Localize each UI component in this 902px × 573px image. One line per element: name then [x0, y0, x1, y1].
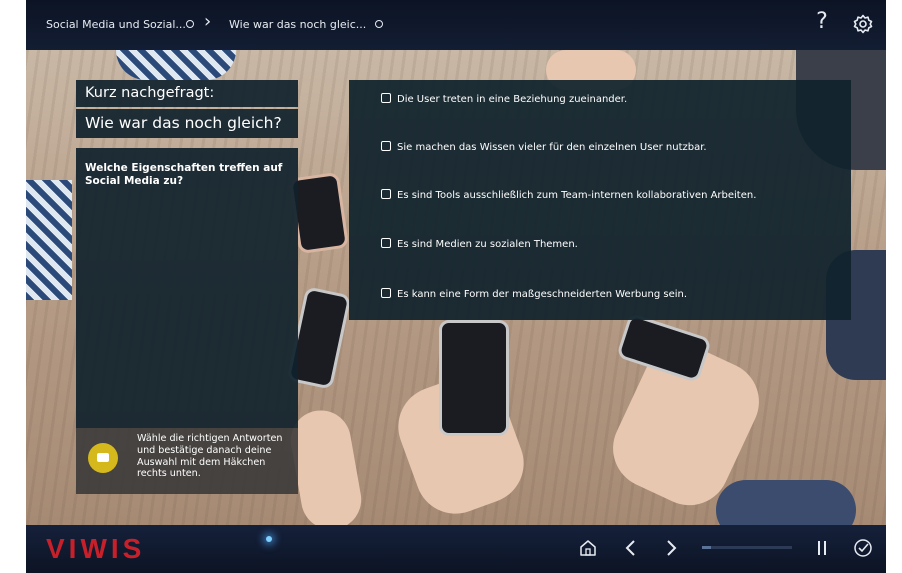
page-title: Wie war das noch gleich?	[76, 109, 298, 138]
answer-label: Die User treten in eine Beziehung zueina…	[397, 94, 628, 105]
hint-text: Wähle die richtigen Antworten und bestät…	[137, 433, 283, 480]
answer-label: Es sind Tools ausschließlich zum Team-in…	[397, 190, 757, 201]
breadcrumb-status-icon	[375, 20, 383, 28]
hint-box: Wähle die richtigen Antworten und bestät…	[76, 428, 298, 494]
answer-option-3[interactable]: Es sind Tools ausschließlich zum Team-in…	[381, 189, 756, 203]
answer-option-4[interactable]: Es sind Medien zu sozialen Themen.	[381, 238, 578, 252]
glow-dot	[266, 536, 272, 542]
speech-bubble-icon	[88, 443, 118, 473]
checkbox-icon[interactable]	[381, 93, 391, 103]
answer-option-5[interactable]: Es kann eine Form der maßgeschneiderten …	[381, 288, 687, 302]
progress-fill	[702, 546, 711, 549]
help-icon[interactable]: ?	[813, 9, 831, 34]
breadcrumb-item-2[interactable]: Wie war das noch gleic...	[229, 18, 366, 31]
home-icon[interactable]	[578, 538, 598, 558]
answer-label: Sie machen das Wissen vieler für den ein…	[397, 142, 707, 153]
next-icon[interactable]	[664, 539, 678, 557]
course-player: Social Media und Sozial... › Wie war das…	[26, 0, 886, 573]
confirm-check-icon[interactable]	[853, 538, 873, 558]
checkbox-icon[interactable]	[381, 288, 391, 298]
progress-bar[interactable]	[702, 546, 792, 549]
viwis-logo: VIWIS	[46, 533, 146, 564]
answer-option-2[interactable]: Sie machen das Wissen vieler für den ein…	[381, 141, 707, 155]
answers-panel: Die User treten in eine Beziehung zueina…	[349, 80, 851, 320]
breadcrumb-status-icon	[186, 20, 194, 28]
question-text: Welche Eigenschaften treffen auf Social …	[85, 162, 283, 187]
previous-icon[interactable]	[624, 539, 638, 557]
checkbox-icon[interactable]	[381, 141, 391, 151]
section-label: Kurz nachgefragt:	[76, 80, 298, 107]
answer-option-1[interactable]: Die User treten in eine Beziehung zueina…	[381, 93, 627, 107]
question-box: Welche Eigenschaften treffen auf Social …	[76, 148, 298, 428]
top-bar: Social Media und Sozial... › Wie war das…	[26, 0, 886, 50]
answer-label: Es sind Medien zu sozialen Themen.	[397, 239, 578, 250]
answer-label: Es kann eine Form der maßgeschneiderten …	[397, 289, 688, 300]
pause-icon[interactable]	[816, 540, 828, 556]
breadcrumb-item-1[interactable]: Social Media und Sozial...	[46, 18, 186, 31]
bottom-bar: VIWIS	[26, 525, 886, 573]
breadcrumb-chevron-icon: ›	[204, 11, 212, 32]
gear-icon[interactable]	[853, 14, 873, 34]
checkbox-icon[interactable]	[381, 189, 391, 199]
checkbox-icon[interactable]	[381, 238, 391, 248]
